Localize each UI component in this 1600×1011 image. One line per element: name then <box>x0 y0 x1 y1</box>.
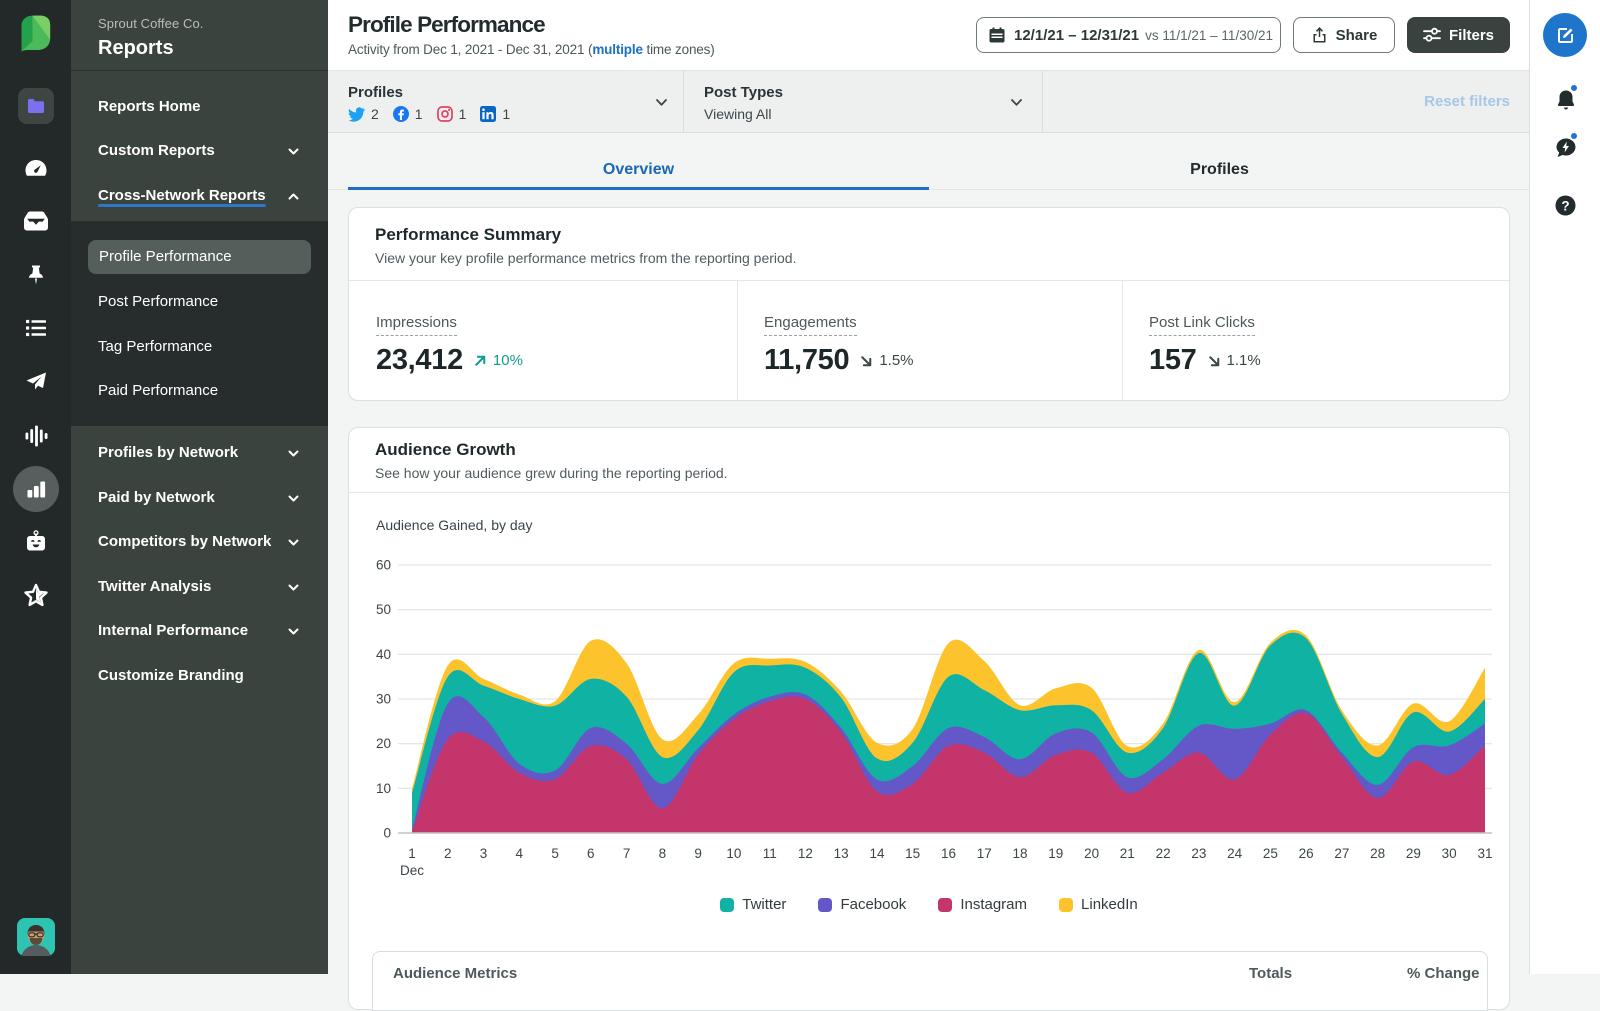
svg-text:26: 26 <box>1299 846 1314 861</box>
svg-text:22: 22 <box>1156 846 1171 861</box>
svg-text:29: 29 <box>1406 846 1421 861</box>
svg-text:19: 19 <box>1048 846 1063 861</box>
svg-text:30: 30 <box>376 692 391 707</box>
svg-text:15: 15 <box>905 846 920 861</box>
svg-text:20: 20 <box>1084 846 1099 861</box>
svg-text:24: 24 <box>1227 846 1243 861</box>
svg-text:10: 10 <box>376 781 391 796</box>
svg-text:9: 9 <box>694 846 702 861</box>
svg-text:6: 6 <box>587 846 595 861</box>
svg-text:5: 5 <box>551 846 559 861</box>
svg-text:31: 31 <box>1477 846 1492 861</box>
svg-text:2: 2 <box>444 846 452 861</box>
svg-text:28: 28 <box>1370 846 1385 861</box>
svg-text:Dec: Dec <box>400 863 424 878</box>
svg-text:18: 18 <box>1012 846 1027 861</box>
svg-text:?: ? <box>1561 198 1569 213</box>
svg-text:17: 17 <box>977 846 992 861</box>
svg-text:10: 10 <box>726 846 741 861</box>
svg-text:12: 12 <box>798 846 813 861</box>
svg-text:3: 3 <box>480 846 488 861</box>
svg-text:20: 20 <box>376 736 391 751</box>
svg-text:0: 0 <box>383 826 391 841</box>
svg-text:16: 16 <box>941 846 956 861</box>
svg-text:7: 7 <box>623 846 631 861</box>
svg-text:23: 23 <box>1191 846 1206 861</box>
svg-text:30: 30 <box>1442 846 1457 861</box>
svg-text:13: 13 <box>834 846 849 861</box>
svg-text:27: 27 <box>1334 846 1349 861</box>
svg-text:60: 60 <box>376 558 391 573</box>
svg-text:14: 14 <box>869 846 885 861</box>
svg-text:8: 8 <box>659 846 667 861</box>
svg-text:50: 50 <box>376 602 391 617</box>
svg-text:1: 1 <box>408 846 416 861</box>
svg-text:40: 40 <box>376 647 391 662</box>
svg-text:21: 21 <box>1120 846 1135 861</box>
svg-text:4: 4 <box>516 846 524 861</box>
svg-text:25: 25 <box>1263 846 1278 861</box>
svg-text:11: 11 <box>763 846 777 861</box>
